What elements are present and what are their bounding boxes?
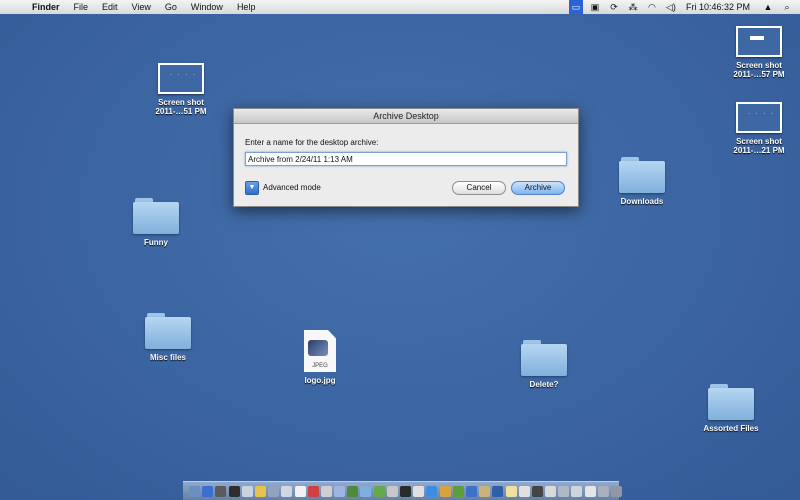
dock-app-icon[interactable] [413,485,425,497]
dock-app-icon[interactable] [334,485,346,497]
dock-app-icon[interactable] [518,485,530,497]
icon-label: logo.jpg [304,376,336,385]
dock-app-icon[interactable] [268,485,280,497]
screenshot-thumbnail-icon [736,26,782,57]
dock-app-icon[interactable] [373,485,385,497]
dock-app-icon[interactable] [294,485,306,497]
desktop-item-screenshot-top-right[interactable]: Screen shot 2011-…57 PM [719,26,799,79]
folder-icon [133,198,179,234]
dock-app-icon[interactable] [386,485,398,497]
jpeg-file-icon: JPEG [304,330,336,372]
dialog-title[interactable]: Archive Desktop [234,109,578,124]
dock-app-icon[interactable] [426,485,438,497]
menu-view[interactable]: View [132,2,151,12]
folder-icon [521,340,567,376]
dock-app-icon[interactable] [202,485,214,497]
jpeg-badge: JPEG [312,363,328,369]
disclosure-triangle-icon[interactable]: ▼ [245,181,259,195]
screenshot-thumbnail-icon: · · · · [158,63,204,94]
icon-label-line2: 2011-…21 PM [733,146,785,155]
menu-go[interactable]: Go [165,2,177,12]
user-icon[interactable]: ▲ [761,0,775,14]
icon-label: Downloads [620,197,664,206]
menu-window[interactable]: Window [191,2,223,12]
dock-app-icon[interactable] [492,485,504,497]
folder-icon [708,384,754,420]
screenshot-thumbnail-icon: · · · · [736,102,782,133]
dock-app-icon[interactable] [479,485,491,497]
volume-icon[interactable]: ◁) [664,0,678,14]
display-icon[interactable]: ▣ [588,0,602,14]
desktop-item-funny[interactable]: Funny [116,198,196,247]
dock-app-icon[interactable] [439,485,451,497]
dock-app-icon[interactable] [597,485,609,497]
dock-app-icon[interactable] [531,485,543,497]
icon-label-line1: Screen shot [736,137,782,146]
icon-label-line1: Screen shot [158,98,204,107]
archive-button[interactable]: Archive [511,181,565,195]
icon-label-line1: Screen shot [736,61,782,70]
menu-edit[interactable]: Edit [102,2,118,12]
dock-app-icon[interactable] [281,485,293,497]
desktop [0,14,800,500]
screen-sharing-icon[interactable]: ▭ [568,0,583,14]
desktop-item-logo-jpg[interactable]: JPEG logo.jpg [280,330,360,385]
dock-app-icon[interactable] [320,485,332,497]
dock-app-icon[interactable] [611,485,622,497]
dialog-prompt: Enter a name for the desktop archive: [245,138,379,147]
dock-app-icon[interactable] [571,485,583,497]
advanced-mode-label[interactable]: Advanced mode [263,183,321,192]
dock-app-icon[interactable] [215,485,227,497]
dock-app-icon[interactable] [558,485,570,497]
sync-icon[interactable]: ⟳ [607,0,621,14]
menubar-clock[interactable]: Fri 10:46:32 PM [686,2,750,12]
desktop-item-misc-files[interactable]: Misc files [128,313,208,362]
dock [183,481,622,500]
dock-app-icon[interactable] [254,485,266,497]
dock-app-icon[interactable] [545,485,557,497]
dock-app-icon[interactable] [505,485,517,497]
icon-label: Assorted Files [703,424,759,433]
desktop-item-screenshot-left[interactable]: · · · · Screen shot 2011-…51 PM [141,63,221,116]
dock-app-icon[interactable] [189,485,200,497]
dock-app-icon[interactable] [347,485,359,497]
dock-app-icon[interactable] [360,485,372,497]
desktop-item-screenshot-right[interactable]: · · · · Screen shot 2011-…21 PM [719,102,799,155]
cancel-button[interactable]: Cancel [452,181,506,195]
dock-app-icon[interactable] [452,485,464,497]
archive-desktop-dialog: Archive Desktop Enter a name for the des… [233,108,579,207]
menu-help[interactable]: Help [237,2,256,12]
dock-app-icon[interactable] [241,485,253,497]
desktop-item-delete[interactable]: Delete? [504,340,584,389]
dock-app-icon[interactable] [307,485,319,497]
status-menus: ▭ ▣ ⟳ ⁂ ◠ ◁) Fri 10:46:32 PM ▲ ⌕ [564,0,800,14]
menu-bar: Finder File Edit View Go Window Help ▭ ▣… [0,0,800,15]
dock-app-icon[interactable] [228,485,240,497]
archive-name-input[interactable] [245,152,567,166]
menu-file[interactable]: File [74,2,89,12]
bluetooth-icon[interactable]: ⁂ [626,0,640,14]
icon-label-line2: 2011-…57 PM [733,70,785,79]
desktop-item-assorted-files[interactable]: Assorted Files [691,384,771,433]
dock-app-icon[interactable] [465,485,477,497]
icon-label-line2: 2011-…51 PM [155,107,207,116]
icon-label: Misc files [149,353,186,362]
folder-icon [619,157,665,193]
dock-app-icon[interactable] [584,485,596,497]
wifi-icon[interactable]: ◠ [645,0,659,14]
spotlight-icon[interactable]: ⌕ [780,0,794,14]
desktop-item-downloads[interactable]: Downloads [602,157,682,206]
icon-label: Delete? [529,380,559,389]
icon-label: Funny [144,238,168,247]
folder-icon [145,313,191,349]
app-menu-finder[interactable]: Finder [32,2,60,12]
dock-app-icon[interactable] [400,485,411,497]
